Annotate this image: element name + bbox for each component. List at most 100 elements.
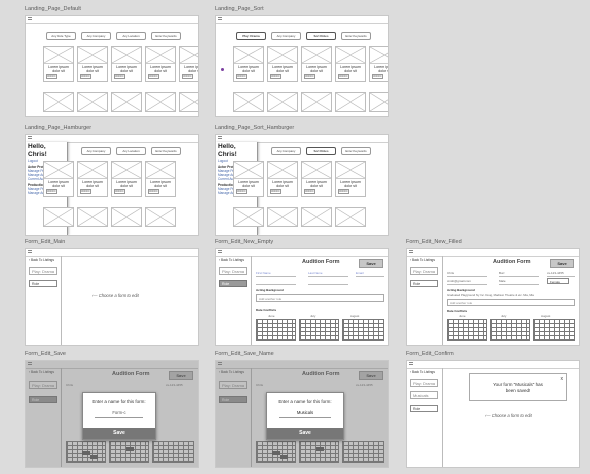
listing-card-placeholder[interactable] [43, 207, 74, 227]
listing-card[interactable]: Lorem ipsum dolor sit000000 [267, 46, 298, 83]
listing-card[interactable]: Lorem ipsum dolor sit000000 [335, 46, 366, 83]
modal-save-button[interactable]: Save [83, 428, 155, 439]
listing-card-placeholder[interactable] [77, 92, 108, 112]
hamburger-icon[interactable] [28, 17, 32, 21]
filter-company[interactable]: Any Company [81, 32, 111, 40]
first-name-field[interactable]: First Name [256, 271, 271, 275]
listing-card-placeholder[interactable] [301, 207, 332, 227]
sort-roles[interactable]: Sort Roles [306, 32, 336, 40]
role-select[interactable]: Role [219, 280, 247, 287]
back-link[interactable]: ‹ Back To Listings [29, 258, 54, 262]
form-name-input[interactable]: Form-c [95, 410, 143, 418]
listing-card-placeholder[interactable] [267, 92, 298, 112]
filter-company[interactable]: Any Company [271, 32, 301, 40]
card-text: Lorem ipsum dolor sit [340, 65, 361, 74]
listing-card[interactable]: Lorem ipsum dolor sit000000 [179, 46, 198, 83]
close-icon[interactable]: x [561, 376, 564, 382]
listing-card[interactable]: Lorem ipsum dolor sit000000 [233, 46, 264, 83]
email-field[interactable]: Email [356, 271, 364, 275]
listing-card-placeholder[interactable] [179, 92, 198, 112]
phone-value[interactable]: cs-123-4455 [547, 271, 564, 275]
hamburger-icon[interactable] [409, 250, 413, 254]
listing-card-placeholder[interactable] [369, 92, 388, 112]
filter-company[interactable]: Any Company [81, 147, 111, 155]
listing-card-placeholder[interactable] [77, 207, 108, 227]
listing-card[interactable]: Lorem ipsum dolor sit000000 [77, 161, 108, 198]
role-select[interactable]: Role [410, 405, 438, 412]
sort-roles[interactable]: Sort Roles [306, 147, 336, 155]
gender-value[interactable]: Male [499, 279, 506, 283]
hamburger-icon[interactable] [218, 17, 222, 21]
back-link[interactable]: ‹ Back To Listings [410, 370, 435, 374]
hamburger-icon[interactable] [218, 136, 222, 140]
last-name-value[interactable]: Burr [499, 271, 505, 275]
listing-card[interactable]: Lorem ipsum dolor sit000000 [145, 46, 176, 83]
gender-select[interactable]: Female [547, 278, 569, 284]
listing-card[interactable]: Lorem ipsum dolor sit000000 [111, 46, 142, 83]
listing-card[interactable]: Lorem ipsum dolor sit000000 [301, 161, 332, 198]
calendar-july[interactable] [299, 319, 339, 341]
form-list-item[interactable]: Play: Drama [410, 379, 438, 387]
modal-prompt: Enter a name for this form: [92, 399, 146, 404]
calendar-august[interactable] [533, 319, 575, 341]
calendar-july[interactable] [490, 319, 530, 341]
listing-card[interactable]: Lorem ipsum dolor sit000000 [301, 46, 332, 83]
listing-card-placeholder[interactable] [145, 207, 176, 227]
acting-background-text[interactable]: Graduated Playground Ny Inc. Doug, Madis… [447, 293, 534, 297]
search-input[interactable]: Enter Keywords [341, 147, 371, 155]
form-list-item[interactable]: Play: Drama [29, 267, 57, 275]
listing-card-placeholder[interactable] [301, 92, 332, 112]
last-name-field[interactable]: Last Name [308, 271, 323, 275]
add-role-select[interactable]: Add another role [447, 299, 575, 306]
calendar-june[interactable] [447, 319, 487, 341]
listing-card[interactable]: Lorem ipsum dolor sit000000 [267, 161, 298, 198]
save-button[interactable]: Save [359, 259, 383, 268]
listing-card-placeholder[interactable] [267, 207, 298, 227]
filter-role[interactable]: Any Role Type [46, 32, 76, 40]
listing-card[interactable]: Lorem ipsum dolor sit000000 [111, 161, 142, 198]
listing-card-placeholder[interactable] [233, 92, 264, 112]
search-input[interactable]: Enter Keywords [151, 147, 181, 155]
role-select[interactable]: Role [29, 280, 57, 287]
role-select[interactable]: Role [410, 280, 438, 287]
listing-card-placeholder[interactable] [111, 92, 142, 112]
listing-card[interactable]: Lorem ipsum dolor sit000000 [145, 161, 176, 198]
email-value[interactable]: cmsb@gmail.com [447, 279, 471, 283]
form-list-item-new[interactable]: Musicals [410, 391, 438, 399]
add-role-select[interactable]: Add another role [256, 294, 384, 302]
filter-location[interactable]: Any Location [116, 147, 146, 155]
listing-card-placeholder[interactable] [145, 92, 176, 112]
month-label: June [459, 314, 466, 318]
listing-card[interactable]: Lorem ipsum dolor sit000000 [335, 161, 366, 198]
calendar-june[interactable] [256, 319, 296, 341]
search-input[interactable]: Enter Keywords [151, 32, 181, 40]
filter-company[interactable]: Any Company [271, 147, 301, 155]
back-link[interactable]: ‹ Back To Listings [410, 258, 435, 262]
hamburger-icon[interactable] [28, 250, 32, 254]
form-name-input[interactable]: Musicals [279, 410, 331, 418]
save-button[interactable]: Save [550, 259, 574, 268]
top-bar [216, 249, 388, 257]
filter-location[interactable]: Any Location [116, 32, 146, 40]
listing-card-placeholder[interactable] [43, 92, 74, 112]
listing-card-placeholder[interactable] [111, 207, 142, 227]
hamburger-icon[interactable] [218, 250, 222, 254]
form-list-item[interactable]: Play: Drama [219, 267, 247, 275]
listing-card[interactable]: Lorem ipsum dolor sit000000 [43, 161, 74, 198]
listing-card[interactable]: Lorem ipsum dolor sit000000 [77, 46, 108, 83]
listing-card-placeholder[interactable] [335, 207, 366, 227]
hamburger-icon[interactable] [409, 362, 413, 366]
listing-card[interactable]: Lorem ipsum dolor sit000000 [43, 46, 74, 83]
search-input[interactable]: Enter Keywords [341, 32, 371, 40]
filter-play[interactable]: Play: Drama [236, 32, 266, 40]
form-list-item[interactable]: Play: Drama [410, 267, 438, 275]
back-link[interactable]: ‹ Back To Listings [219, 258, 244, 262]
listing-card-placeholder[interactable] [233, 207, 264, 227]
listing-card-placeholder[interactable] [335, 92, 366, 112]
listing-card[interactable]: Lorem ipsum dolor sit000000 [369, 46, 388, 83]
hamburger-icon[interactable] [28, 136, 32, 140]
listing-card[interactable]: Lorem ipsum dolor sit000000 [233, 161, 264, 198]
calendar-august[interactable] [342, 319, 384, 341]
first-name-value[interactable]: Chris [447, 271, 454, 275]
modal-save-button[interactable]: Save [267, 428, 343, 439]
